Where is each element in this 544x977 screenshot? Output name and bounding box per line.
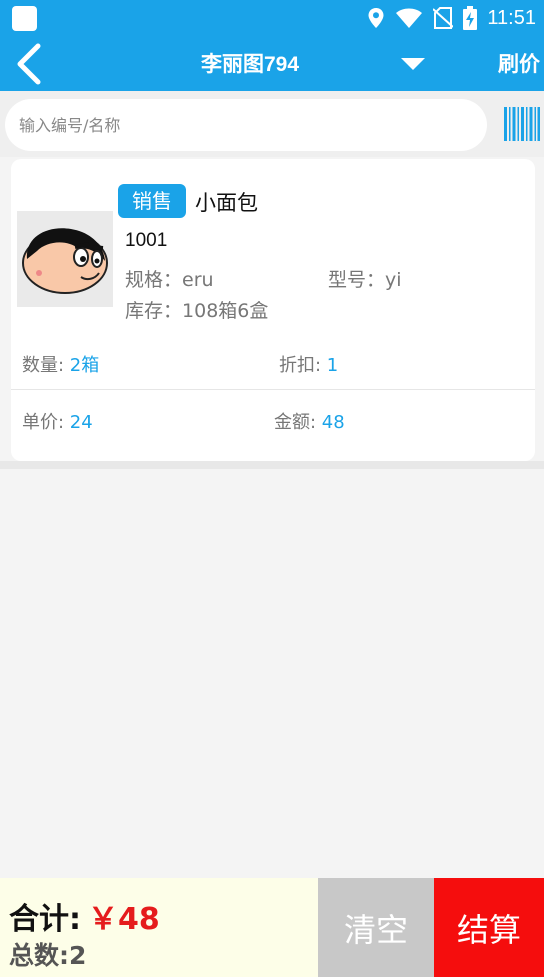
no-sim-icon (433, 7, 454, 29)
quantity-value: 2箱 (69, 355, 100, 376)
discount-label: 折扣: (279, 355, 327, 376)
quantity-label: 数量: (22, 355, 70, 376)
dropdown-triangle-icon[interactable] (400, 56, 426, 72)
model-value: yi (385, 269, 402, 291)
cartoon-face-icon (22, 228, 108, 294)
stock-value: 108箱6盒 (182, 300, 269, 322)
price-amount-row: 单价: 24 金额: 48 (11, 391, 535, 447)
order-summary: 合计: ￥48 总数:2 (0, 878, 318, 977)
product-image (17, 211, 113, 307)
model-label: 型号： (328, 269, 386, 291)
status-time: 11:51 (487, 6, 536, 29)
amount-field: 金额: 48 (274, 408, 345, 434)
product-spec: 规格：eru (125, 265, 214, 292)
search-row (0, 91, 544, 157)
product-stock: 库存：108箱6盒 (125, 296, 268, 323)
product-name: 小面包 (195, 191, 258, 215)
product-card[interactable]: 销售 小面包 1001 规格：eru 型号：yi 库存：108箱6盒 数量: 2… (11, 159, 535, 461)
status-icons: 11:51 (367, 4, 536, 32)
qty-discount-row: 数量: 2箱 折扣: 1 (11, 334, 535, 390)
unit-price-label: 单价: (22, 412, 70, 433)
discount-field[interactable]: 折扣: 1 (279, 351, 338, 377)
unit-price-value: 24 (69, 412, 93, 433)
product-model: 型号：yi (328, 265, 402, 292)
checkout-footer: 合计: ￥48 总数:2 清空 结算 (0, 878, 544, 977)
amount-value: 48 (321, 412, 345, 433)
spec-value: eru (182, 269, 214, 291)
quantity-field[interactable]: 数量: 2箱 (22, 351, 99, 377)
stock-label: 库存： (125, 300, 183, 322)
discount-value: 1 (326, 355, 339, 376)
search-input[interactable] (5, 99, 487, 151)
barcode-scan-icon[interactable] (504, 107, 540, 141)
wifi-icon (396, 8, 423, 28)
page-title: 李丽图794 (200, 53, 300, 76)
checkout-button[interactable]: 结算 (434, 878, 544, 977)
refresh-price-button[interactable]: 刷价 (498, 48, 540, 78)
total-count: 总数:2 (9, 941, 87, 970)
status-bar: 11:51 (0, 0, 544, 36)
divider (0, 461, 544, 469)
total-value: ￥48 (88, 902, 160, 937)
unit-price-field[interactable]: 单价: 24 (22, 408, 93, 434)
amount-label: 金额: (274, 412, 322, 433)
total-label: 合计: (9, 902, 81, 937)
nav-bar: 李丽图794 刷价 (0, 36, 544, 91)
sale-badge: 销售 (118, 184, 186, 218)
notification-app-icon (12, 6, 37, 31)
battery-charging-icon (463, 6, 478, 30)
back-arrow-icon[interactable] (10, 42, 50, 86)
spec-label: 规格： (125, 269, 183, 291)
empty-list-area (0, 469, 544, 878)
product-code: 1001 (125, 230, 168, 251)
location-icon (368, 8, 384, 28)
clear-button[interactable]: 清空 (318, 878, 434, 977)
